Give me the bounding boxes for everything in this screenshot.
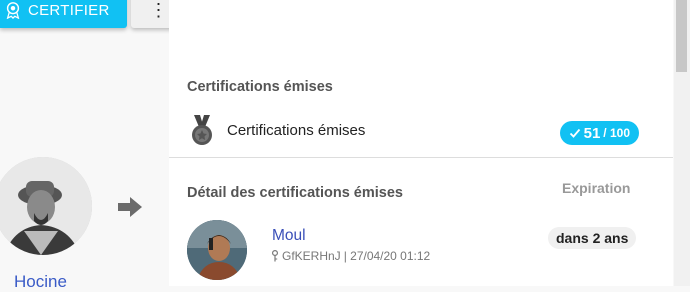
issued-row-label: Certifications émises [227,122,366,139]
expiration-column-header: Expiration [562,180,631,196]
checkmark-icon [569,128,580,138]
avatar [187,220,247,280]
scrollbar-thumb[interactable] [676,0,687,72]
issued-certifications-row[interactable]: Certifications émises 51 / 100 [187,113,639,149]
certification-date: | 27/04/20 01:12 [343,249,431,263]
key-icon [272,250,278,262]
certify-button-label: CERTIFIER [28,1,110,19]
issued-max: / 100 [603,126,630,140]
issued-count: 51 [583,124,601,142]
issued-section-title: Certifications émises [187,79,333,95]
more-vertical-icon: ⋮ [149,0,168,20]
expiration-badge: dans 2 ans [548,227,637,249]
identity-photo [187,220,247,280]
certificate-icon [6,2,20,19]
detail-section-title: Détail des certifications émises [187,185,403,201]
profile-photo [0,157,92,255]
profile-name[interactable]: Hocine [14,272,67,292]
list-item[interactable]: Moul GfKERHnJ | 27/04/20 01:12 dans 2 an… [187,218,643,282]
identity-name[interactable]: Moul [272,227,306,245]
identity-meta: GfKERHnJ | 27/04/20 01:12 [271,249,430,263]
arrow-right-icon [118,197,142,217]
certify-button[interactable]: CERTIFIER [0,0,127,28]
divider [169,157,673,158]
medal-icon [192,115,212,145]
issued-count-badge: 51 / 100 [559,121,639,145]
avatar [0,157,92,255]
identity-pubkey: GfKERHnJ [282,249,341,263]
certifications-panel: Certifications émises Certifications émi… [169,0,673,286]
